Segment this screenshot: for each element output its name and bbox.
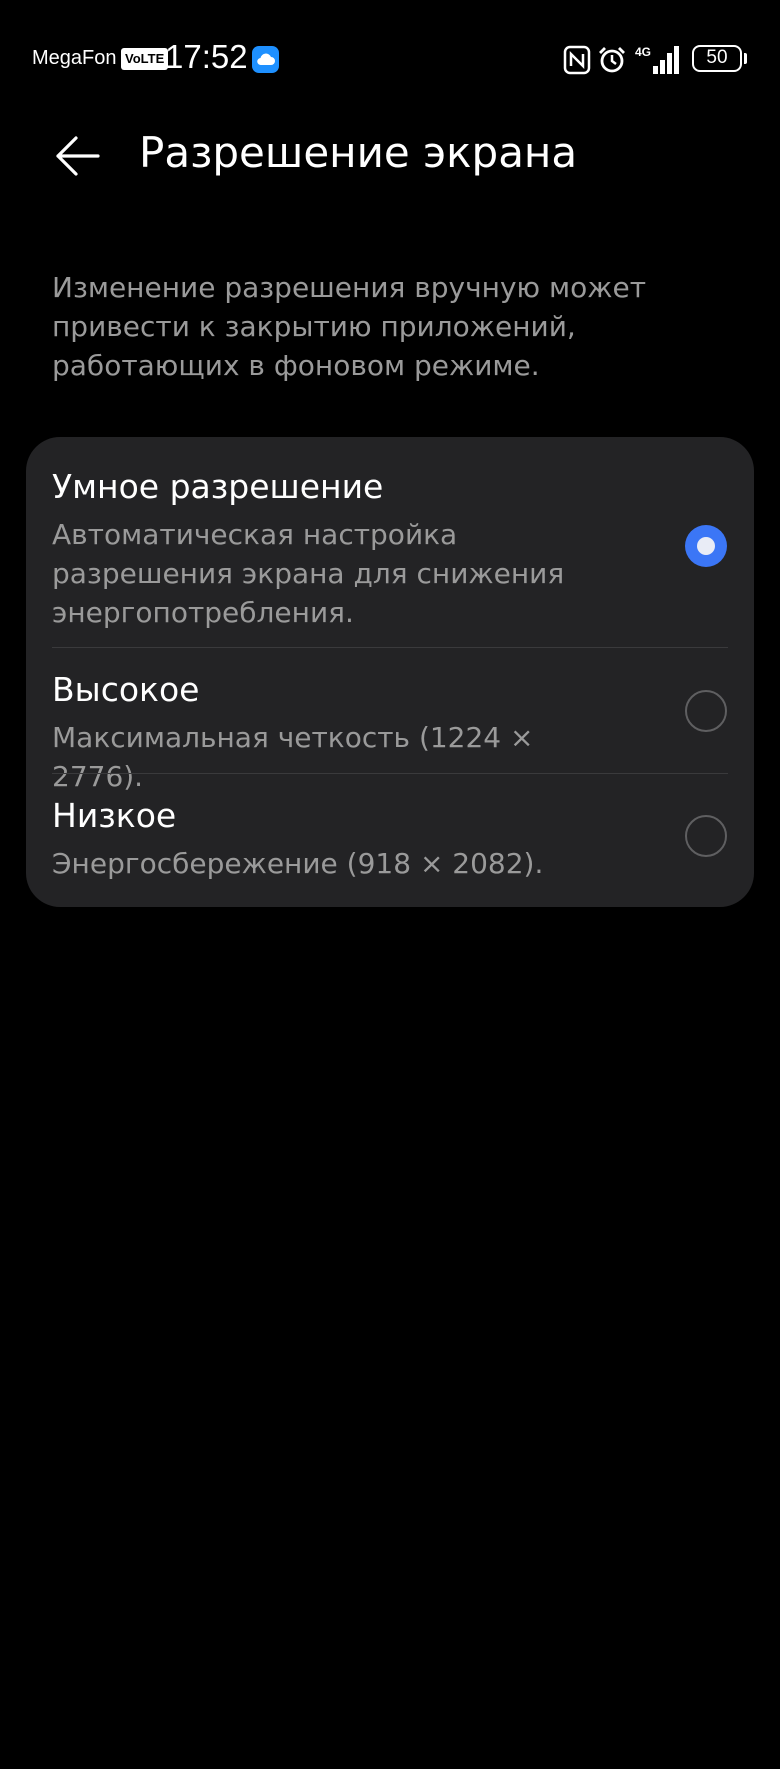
option-title: Высокое (52, 670, 200, 709)
back-button[interactable] (46, 126, 106, 186)
volte-badge: VoLTE (121, 48, 169, 70)
radio-button[interactable] (685, 690, 727, 732)
option-high-resolution[interactable]: Высокое Максимальная четкость (1224 × 27… (26, 648, 754, 793)
resolution-options-card: Умное разрешение Автоматическая настройк… (26, 437, 754, 907)
option-description: Энергосбережение (918 × 2082). (52, 847, 544, 880)
signal-icon: 4G (635, 45, 679, 74)
option-title: Умное разрешение (52, 467, 384, 506)
option-smart-resolution[interactable]: Умное разрешение Автоматическая настройк… (26, 437, 754, 647)
battery-tip (744, 53, 747, 64)
network-type-label: 4G (635, 45, 651, 59)
option-title: Низкое (52, 796, 177, 835)
option-description: Автоматическая настройка разрешения экра… (52, 518, 565, 629)
alarm-icon (599, 47, 625, 73)
status-time: 17:52 (165, 38, 248, 75)
description-text: Изменение разрешения вручную может приве… (52, 271, 647, 382)
battery-level: 50 (706, 47, 728, 68)
status-bar: MegaFon VoLTE 17:52 4G 50 (0, 0, 780, 120)
battery-icon: 50 (692, 45, 742, 72)
radio-button-selected[interactable] (685, 525, 727, 567)
carrier-name: MegaFon (32, 47, 117, 69)
radio-button[interactable] (685, 815, 727, 857)
option-low-resolution[interactable]: Низкое Энергосбережение (918 × 2082). (26, 774, 754, 907)
nfc-icon (563, 45, 591, 75)
arrow-left-icon (56, 136, 100, 176)
page-title: Разрешение экрана (139, 128, 578, 177)
cloud-icon (252, 46, 279, 73)
